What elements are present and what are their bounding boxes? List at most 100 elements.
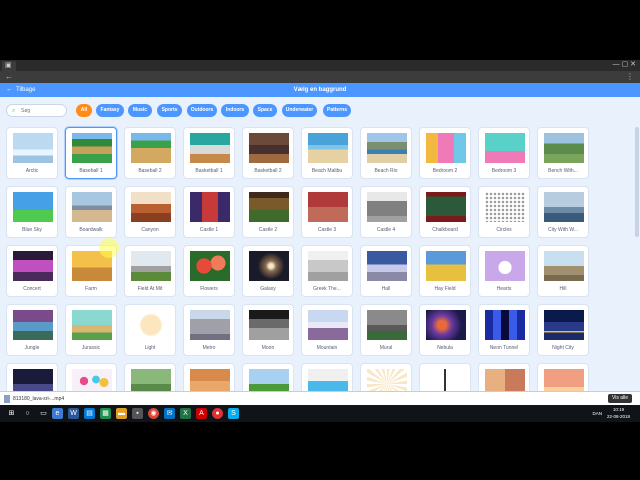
browser-tab[interactable]: ▣ [2,61,16,71]
backdrop-card-hall[interactable]: Hall [360,245,412,297]
search-input[interactable] [21,106,65,116]
backdrop-card-playingfield[interactable] [242,363,294,391]
backdrop-label: Hall [381,286,391,292]
backdrop-card-basketball1[interactable]: Basketball 1 [183,127,235,179]
backdrop-card-bedroom2[interactable]: Bedroom 2 [419,127,471,179]
backdrop-card-baseball1[interactable]: Baseball 1 [65,127,117,179]
backdrop-thumbnail [485,310,525,340]
backdrop-card-concert[interactable]: Concert [6,245,58,297]
backdrop-card-moon[interactable]: Moon [242,304,294,356]
backdrop-card-light[interactable]: Light [124,304,176,356]
backdrop-card-flowers[interactable]: Flowers [183,245,235,297]
backdrop-card-galaxy[interactable]: Galaxy [242,245,294,297]
backdrop-library: ←Tilbage Vælg en baggrund ⌕ All Fantasy Mu… [0,83,640,391]
tag-fantasy[interactable]: Fantasy [96,104,124,117]
tag-underwater[interactable]: Underwater [282,104,317,117]
backdrop-card-neon[interactable]: Neon Tunnel [478,304,530,356]
backdrop-card-fieldmit[interactable]: Field At Mit [124,245,176,297]
mail-icon[interactable]: ✉ [164,408,175,419]
backdrop-card-chalkboard[interactable]: Chalkboard [419,186,471,238]
backdrop-label: Bedroom 2 [432,168,458,174]
tag-space[interactable]: Space [253,104,277,117]
browser-menu-icon[interactable]: ⋮ [626,72,634,82]
search-icon[interactable]: ○ [22,408,33,419]
tag-sports[interactable]: Sports [157,104,182,117]
tag-indoors[interactable]: Indoors [221,104,249,117]
edge-icon[interactable]: e [52,408,63,419]
search-icon: ⌕ [12,108,16,114]
backdrop-card-pool[interactable] [301,363,353,391]
backdrop-card-mountain[interactable]: Mountain [301,304,353,356]
backdrop-card-mural[interactable]: Mural [360,304,412,356]
backdrop-thumbnail [544,251,584,281]
window-controls[interactable]: — ▢ ✕ [613,61,636,69]
backdrop-card-room1[interactable] [478,363,530,391]
tag-all[interactable]: All [76,104,92,117]
backdrop-card-boardwalk[interactable]: Boardwalk [65,186,117,238]
backdrop-card-city[interactable]: City With W... [537,186,589,238]
backdrop-card-bench[interactable]: Bench With... [537,127,589,179]
backdrop-card-hearts[interactable]: Hearts [478,245,530,297]
favicon-icon: ▣ [5,62,12,69]
backdrop-card-playground[interactable] [183,363,235,391]
download-item[interactable]: 813180_lava-sri-...mp4 [4,394,64,404]
backdrop-card-nebula[interactable]: Nebula [419,304,471,356]
backdrop-card-rays[interactable] [360,363,412,391]
backdrop-thumbnail [13,310,53,340]
backdrop-card-baseball2[interactable]: Baseball 2 [124,127,176,179]
windows-start-icon[interactable]: ⊞ [6,408,17,419]
backdrop-card-rio[interactable]: Beach Rio [360,127,412,179]
backdrop-thumbnail [249,310,289,340]
store-icon[interactable]: ▤ [84,408,95,419]
backdrop-card-hill[interactable]: Hill [537,245,589,297]
backdrop-card-basketball2[interactable]: Basketball 2 [242,127,294,179]
clock[interactable]: 10:19 22-08-2018 [607,406,630,420]
backdrop-card-nightcity[interactable]: Night City [537,304,589,356]
task-view-icon[interactable]: ▭ [38,408,49,419]
skype-icon[interactable]: S [228,408,239,419]
tag-patterns[interactable]: Patterns [323,104,351,117]
backdrop-label: Mural [379,345,393,351]
backdrop-thumbnail [131,369,171,391]
backdrop-card-pathway[interactable] [124,363,176,391]
app-icon[interactable]: ● [212,408,223,419]
backdrop-card-room2[interactable] [537,363,589,391]
backdrop-card-bluesky[interactable]: Blue Sky [6,186,58,238]
backdrop-thumbnail [72,369,112,391]
search-box[interactable]: ⌕ [6,104,67,117]
backdrop-card-castle1[interactable]: Castle 1 [183,186,235,238]
backdrop-card-greek[interactable]: Greek The... [301,245,353,297]
language-indicator[interactable]: DAN [592,410,602,417]
backdrop-card-bedroom3[interactable]: Bedroom 3 [478,127,530,179]
app-icon[interactable]: ▦ [100,408,111,419]
acrobat-icon[interactable]: A [196,408,207,419]
browser-toolbar: ← ⋮ [0,71,640,83]
backdrop-card-nightcity2[interactable] [6,363,58,391]
scrollbar[interactable] [635,127,639,237]
backdrop-card-refrigerator[interactable] [419,363,471,391]
backdrop-card-castle4[interactable]: Castle 4 [360,186,412,238]
backdrop-card-party[interactable] [65,363,117,391]
backdrop-card-hayfield[interactable]: Hay Field [419,245,471,297]
backdrop-card-canyon[interactable]: Canyon [124,186,176,238]
backdrop-label: Castle 1 [199,227,219,233]
backdrop-card-castle3[interactable]: Castle 3 [301,186,353,238]
backdrop-card-malibu[interactable]: Beach Malibu [301,127,353,179]
app-icon[interactable]: ▪ [132,408,143,419]
show-all-button[interactable]: Vis alle [607,394,632,403]
tag-music[interactable]: Music [128,104,152,117]
filter-bar: ⌕ All Fantasy Music Sports Outdoors Indoors Sp… [0,97,640,125]
backdrop-card-castle2[interactable]: Castle 2 [242,186,294,238]
backdrop-card-metro[interactable]: Metro [183,304,235,356]
tag-outdoors[interactable]: Outdoors [187,104,217,117]
word-icon[interactable]: W [68,408,79,419]
backdrop-card-circles[interactable]: Circles [478,186,530,238]
backdrop-card-jungle[interactable]: Jungle [6,304,58,356]
excel-icon[interactable]: X [180,408,191,419]
backdrop-card-arctic[interactable]: Arctic [6,127,58,179]
chrome-icon[interactable]: ◉ [148,408,159,419]
folder-icon[interactable]: ▬ [116,408,127,419]
backdrop-card-jurassic[interactable]: Jurassic [65,304,117,356]
browser-back-icon[interactable]: ← [5,72,13,82]
backdrop-label: Galaxy [260,286,276,292]
